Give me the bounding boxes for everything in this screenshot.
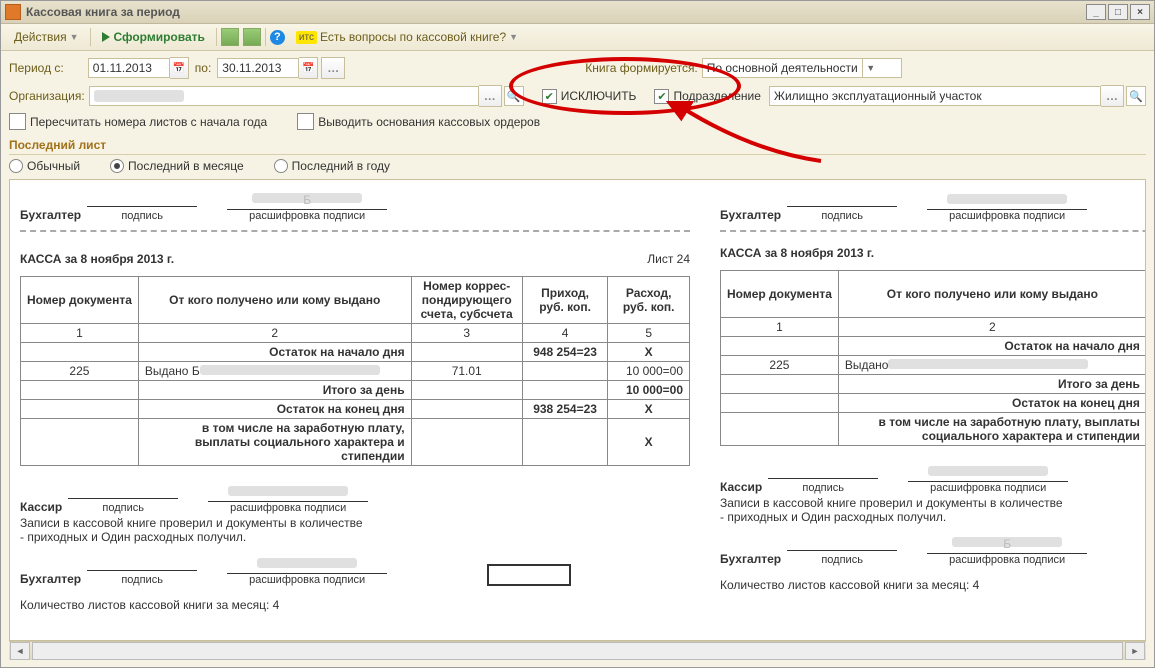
- kassa-title: КАССА за 8 ноября 2013 г.: [20, 252, 174, 266]
- kassa-table: Номер документа От кого получено или ком…: [20, 276, 690, 466]
- play-icon: [102, 32, 110, 42]
- period-label: Период с:: [9, 61, 64, 75]
- window-title: Кассовая книга за период: [26, 5, 180, 19]
- date-to-input[interactable]: 30.11.2013: [217, 58, 299, 78]
- radio-last-year[interactable]: [274, 159, 288, 173]
- recount-label: Пересчитать номера листов с начала года: [30, 115, 267, 129]
- sheet-count: Количество листов кассовой книги за меся…: [20, 598, 690, 612]
- its-badge: итс: [296, 31, 317, 44]
- settings-icon-1[interactable]: [221, 28, 239, 46]
- exclude-label: ИСКЛЮЧИТЬ: [561, 89, 637, 103]
- its-help-link[interactable]: итсЕсть вопросы по кассовой книге?▼: [289, 27, 525, 47]
- search-icon[interactable]: 🔍: [1126, 86, 1146, 106]
- radio-usual[interactable]: [9, 159, 23, 173]
- radio-last-month[interactable]: [110, 159, 124, 173]
- book-type-dropdown[interactable]: По основной деятельности▼: [702, 58, 902, 78]
- period-picker-button[interactable]: …: [321, 57, 345, 79]
- to-label: по:: [195, 61, 212, 75]
- calendar-icon[interactable]: 📅: [170, 57, 189, 79]
- minimize-button[interactable]: _: [1086, 4, 1106, 20]
- org-picker-button[interactable]: …: [479, 85, 502, 107]
- cashier-label: Кассир: [20, 500, 62, 514]
- chevron-down-icon: ▼: [862, 59, 879, 77]
- actions-menu[interactable]: Действия▼: [7, 27, 86, 47]
- subdivision-picker-button[interactable]: …: [1101, 85, 1124, 107]
- document-area[interactable]: Бухгалтер подпись Брасшифровка подписи К…: [9, 179, 1146, 641]
- recount-checkbox[interactable]: [9, 113, 26, 130]
- org-input[interactable]: [89, 86, 479, 106]
- exclude-checkbox[interactable]: ✔: [542, 89, 557, 104]
- form-button[interactable]: Сформировать: [95, 27, 212, 47]
- last-sheet-section: Последний лист: [9, 136, 1146, 155]
- help-icon[interactable]: ?: [270, 30, 285, 45]
- annotation-arrow: [661, 101, 831, 171]
- org-label: Организация:: [9, 89, 85, 103]
- h-scrollbar[interactable]: ◄ ►: [9, 641, 1146, 660]
- app-icon: [5, 4, 21, 20]
- toolbar: Действия▼ Сформировать ? итсЕсть вопросы…: [1, 24, 1154, 51]
- calendar-icon[interactable]: 📅: [299, 57, 318, 79]
- book-label: Книга формируется:: [585, 61, 698, 75]
- scroll-right-button[interactable]: ►: [1125, 642, 1145, 660]
- accountant-label: Бухгалтер: [20, 208, 81, 222]
- maximize-button[interactable]: □: [1108, 4, 1128, 20]
- search-icon[interactable]: 🔍: [504, 86, 524, 106]
- close-button[interactable]: ×: [1130, 4, 1150, 20]
- scroll-left-button[interactable]: ◄: [10, 642, 30, 660]
- settings-icon-2[interactable]: [243, 28, 261, 46]
- titlebar: Кассовая книга за период _ □ ×: [1, 1, 1154, 24]
- date-from-input[interactable]: 01.11.2013: [88, 58, 170, 78]
- output-basis-label: Выводить основания кассовых ордеров: [318, 115, 540, 129]
- output-basis-checkbox[interactable]: [297, 113, 314, 130]
- sheet-number: Лист 24: [647, 252, 690, 276]
